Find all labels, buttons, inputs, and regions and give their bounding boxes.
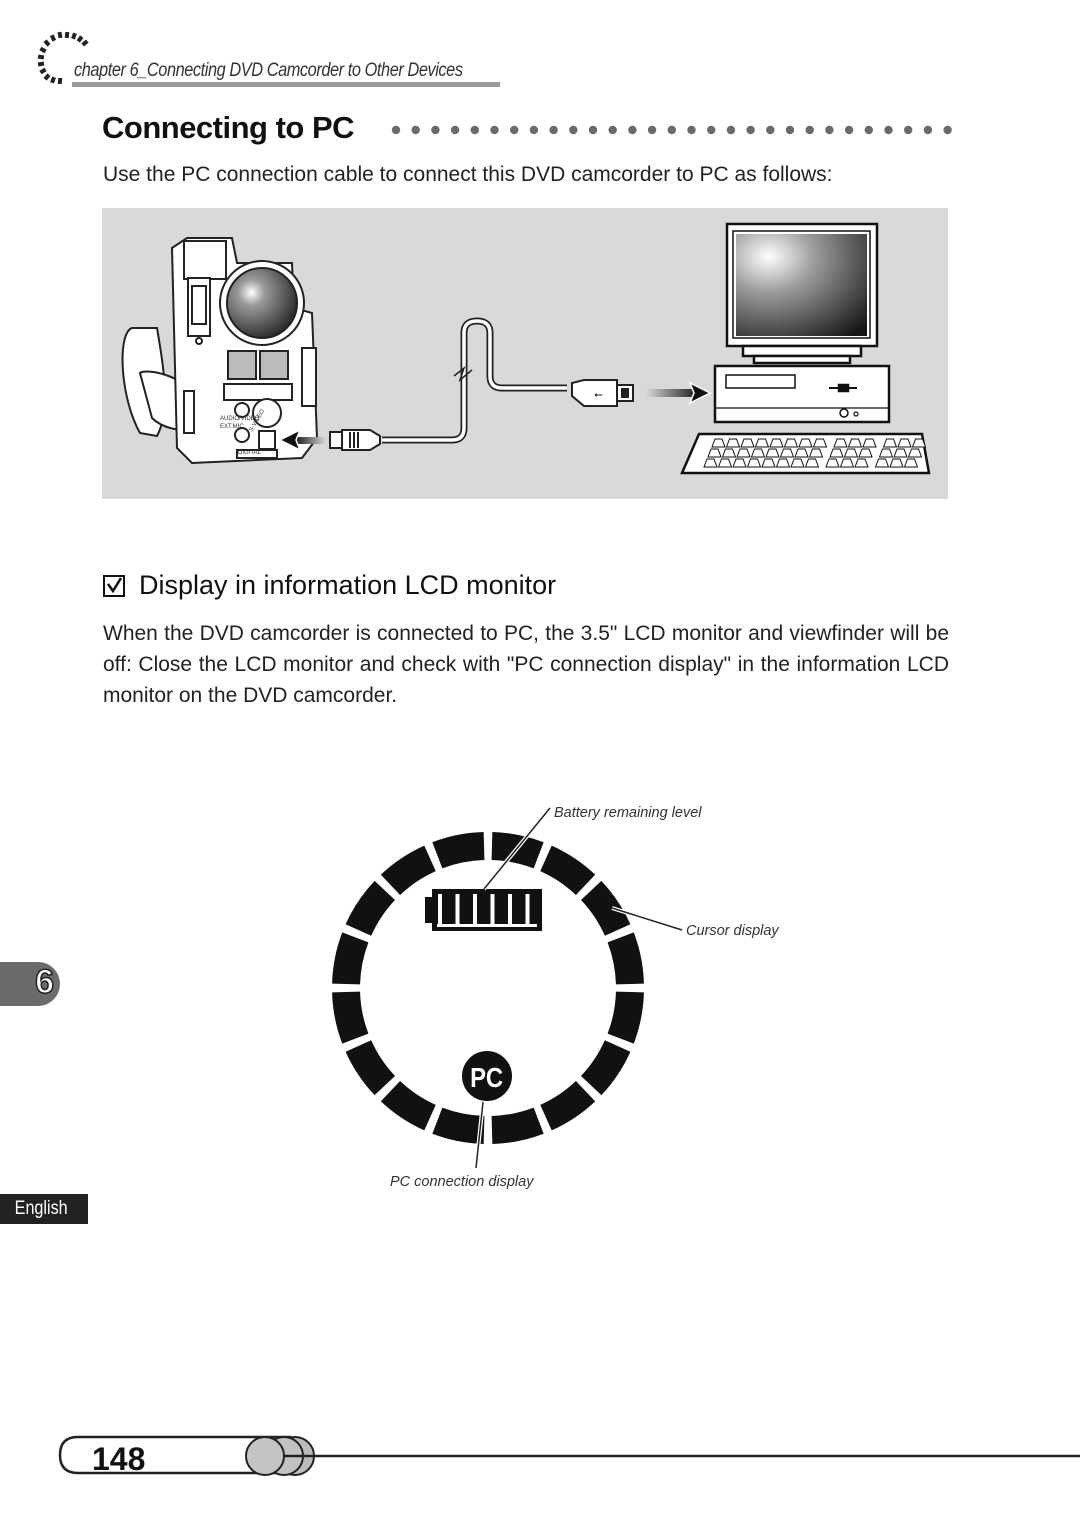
ring-segment	[380, 1081, 436, 1131]
ring-segment	[432, 832, 485, 869]
leader-dot	[608, 125, 617, 135]
leader-dot	[431, 125, 440, 135]
pc-badge-text: PC	[470, 1061, 503, 1093]
ring-segment	[581, 880, 631, 936]
pc-connection-badge: PC	[462, 1051, 512, 1101]
battery-bar-gap	[438, 894, 442, 924]
ring-segment	[345, 880, 395, 936]
chapter-tab-number: 6	[34, 962, 54, 1002]
ring-segment	[540, 845, 596, 895]
port-label-digital: DIGITAL	[238, 450, 262, 456]
page-footer: 148	[58, 1435, 1080, 1477]
pc-illustration	[680, 222, 931, 475]
leader-dot	[746, 125, 755, 135]
leader-dot	[411, 125, 420, 135]
leader-dot	[628, 125, 637, 135]
ring-segment	[332, 932, 369, 985]
battery-bar-gap	[473, 894, 477, 924]
leader-dot	[569, 125, 578, 135]
intro-text: Use the PC connection cable to connect t…	[103, 163, 833, 186]
battery-bar-gap	[455, 894, 460, 924]
ring-segment	[607, 991, 644, 1044]
leader-dot	[391, 125, 401, 135]
leader-dot	[687, 125, 696, 135]
ring-segment	[432, 1107, 485, 1144]
leader-dot	[884, 125, 893, 135]
leader-dot	[588, 125, 598, 135]
battery-callout-label: Battery remaining level	[554, 805, 702, 821]
chapter-tab[interactable]: 6	[0, 962, 60, 1006]
section-title: Connecting to PC	[102, 110, 355, 145]
cursor-callout-label: Cursor display	[686, 923, 779, 939]
battery-level-icon	[425, 889, 542, 931]
leader-dot	[766, 125, 775, 135]
footer-circle-1	[245, 1436, 285, 1476]
ring-segment	[540, 1081, 596, 1131]
checkbox-checked-icon	[103, 574, 125, 597]
leader-dot	[470, 125, 479, 135]
leader-dot	[450, 125, 460, 135]
port-label-ext-mic: EXT.MIC	[220, 424, 244, 430]
subsection-body: When the DVD camcorder is connected to P…	[103, 622, 949, 707]
insert-arrow-right	[646, 381, 712, 405]
subsection-title: Display in information LCD monitor	[139, 570, 557, 600]
pc-connection-cable	[382, 317, 567, 444]
mini-usb-plug	[329, 429, 381, 451]
connection-diagram: AUDIO/VIDEO EXT.MIC S-VIDEO DIGITAL ⭠	[102, 208, 948, 499]
leader-dot	[510, 125, 519, 135]
ring-segment	[607, 932, 644, 985]
ring-segment	[581, 1040, 631, 1096]
leader-dot	[785, 125, 795, 135]
language-tab[interactable]: English	[0, 1194, 88, 1224]
ring-segment	[345, 1040, 395, 1096]
leader-dot	[726, 125, 736, 135]
usb-icon: ⭠	[594, 389, 603, 401]
leader-dot	[943, 125, 952, 135]
chapter-label: chapter 6_Connecting DVD Camcorder to Ot…	[74, 60, 463, 81]
battery-bar-gap	[490, 894, 495, 924]
page-number: 148	[92, 1441, 145, 1477]
ring-segment	[491, 1107, 544, 1144]
leader-dot	[904, 125, 913, 135]
leader-dot	[805, 125, 814, 135]
leader-dot	[707, 125, 716, 135]
leader-dot	[490, 125, 499, 135]
leader-dot	[864, 125, 873, 135]
battery-bar-gap	[508, 894, 512, 924]
leader-dot	[529, 125, 539, 135]
leader-dot	[844, 125, 854, 135]
battery-bar-gap	[525, 894, 530, 924]
subsection-heading: Display in information LCD monitor	[103, 570, 556, 601]
information-lcd-figure: PC Battery remaining level Cursor displa…	[332, 805, 779, 1190]
chapter-underline	[72, 82, 500, 87]
ring-segment	[380, 845, 436, 895]
ring-segment	[332, 991, 369, 1044]
pc-callout-label: PC connection display	[390, 1174, 534, 1190]
leader-dot	[825, 125, 834, 135]
leader-dot	[667, 125, 676, 135]
leader-dot	[549, 125, 558, 135]
language-label: English	[14, 1198, 68, 1219]
leader-dot	[923, 125, 933, 135]
dot-leader	[391, 125, 952, 135]
leader-dot	[647, 125, 657, 135]
